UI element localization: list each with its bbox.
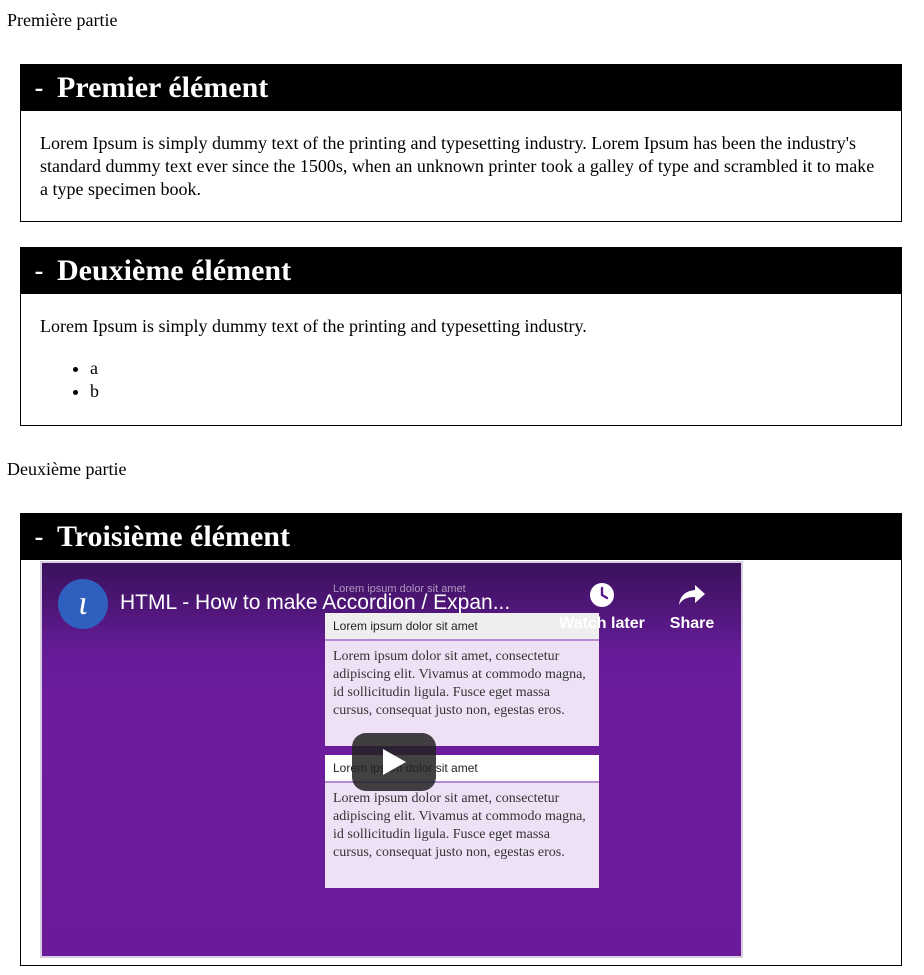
accordion-title: Troisième élément	[57, 520, 290, 553]
share-button[interactable]: Share	[662, 581, 722, 633]
accordion-header-deuxieme[interactable]: - Deuxième élément	[21, 248, 901, 294]
video-title[interactable]: HTML - How to make Accordion / Expan...	[120, 591, 510, 615]
list-item: a	[90, 357, 882, 380]
list-item: b	[90, 380, 882, 403]
collapse-toggle-icon: -	[34, 522, 44, 551]
accordion-list: a b	[40, 357, 882, 403]
share-label: Share	[669, 615, 715, 632]
video-frame-text: Lorem ipsum dolor sit amet, consectetur …	[325, 783, 599, 888]
accordion-text: Lorem Ipsum is simply dummy text of the …	[40, 316, 587, 336]
accordion-header-premier[interactable]: - Premier élément	[21, 65, 901, 111]
play-icon	[383, 749, 406, 775]
collapse-toggle-icon: -	[34, 256, 44, 285]
accordion-title: Premier élément	[57, 71, 269, 104]
share-arrow-icon	[679, 585, 705, 605]
accordion-panel: Lorem Ipsum is simply dummy text of the …	[21, 294, 901, 403]
channel-logo-icon[interactable]: ɩ	[58, 579, 108, 629]
play-button[interactable]	[352, 733, 436, 791]
accordion-header-troisieme[interactable]: - Troisième élément	[21, 514, 901, 560]
clock-icon	[590, 583, 614, 607]
part-label-2: Deuxième partie	[7, 459, 127, 479]
video-frame-text: Lorem ipsum dolor sit amet, consectetur …	[325, 641, 599, 746]
accordion-deuxieme: - Deuxième élément Lorem Ipsum is simply…	[20, 247, 902, 426]
video-embed[interactable]: Lorem ipsum dolor sit amet Lorem ipsum d…	[40, 561, 743, 958]
collapse-toggle-icon: -	[34, 73, 44, 102]
accordion-panel: Lorem Ipsum is simply dummy text of the …	[21, 111, 901, 201]
accordion-text: Lorem Ipsum is simply dummy text of the …	[40, 133, 875, 199]
accordion-premier: - Premier élément Lorem Ipsum is simply …	[20, 64, 902, 222]
watch-later-label: Watch later	[559, 615, 645, 632]
part-label-1: Première partie	[7, 10, 118, 30]
accordion-title: Deuxième élément	[57, 254, 292, 287]
watch-later-button[interactable]: Watch later	[556, 581, 648, 633]
